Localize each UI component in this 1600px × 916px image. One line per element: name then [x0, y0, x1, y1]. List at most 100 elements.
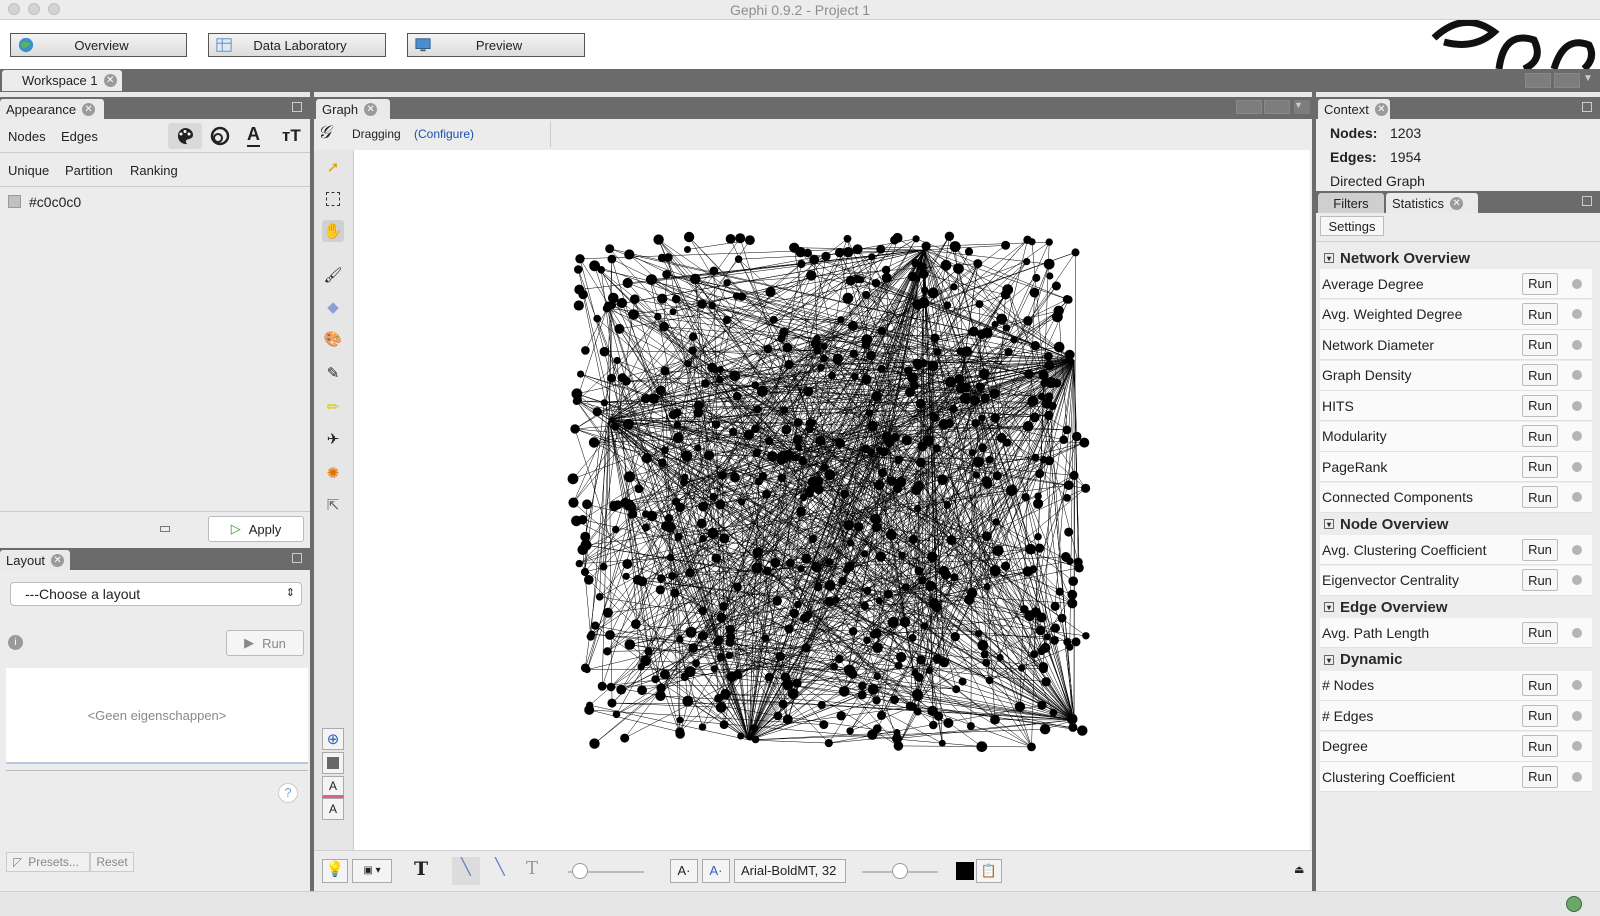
graph-node[interactable] [1053, 305, 1064, 316]
tab-nodes[interactable]: Nodes [8, 129, 46, 144]
graph-node[interactable] [813, 334, 821, 342]
graph-node[interactable] [1005, 485, 1017, 496]
graph-node[interactable] [1025, 543, 1036, 555]
configure-link[interactable]: (Configure) [414, 127, 474, 141]
tab-partition[interactable]: Partition [65, 163, 113, 178]
graph-node[interactable] [772, 596, 782, 606]
graph-node[interactable] [914, 505, 922, 513]
graph-node[interactable] [1051, 281, 1061, 291]
graph-node[interactable] [583, 666, 591, 674]
collapse-icon[interactable]: ⏏ [1294, 863, 1304, 876]
info-icon[interactable] [1572, 370, 1582, 380]
graph-node[interactable] [911, 259, 920, 268]
graph-node[interactable] [698, 606, 707, 615]
graph-node[interactable] [676, 635, 684, 643]
minimize-icon[interactable] [292, 102, 302, 112]
graph-node[interactable] [597, 681, 607, 691]
graph-node[interactable] [584, 704, 595, 715]
overview-button[interactable]: Overview [10, 33, 187, 57]
graph-node[interactable] [1064, 349, 1075, 360]
graph-node[interactable] [622, 572, 630, 580]
font-icon[interactable]: A [322, 798, 344, 820]
graph-node[interactable] [735, 233, 746, 244]
graph-node[interactable] [659, 669, 670, 680]
brush-icon[interactable]: 🖌 [322, 264, 344, 286]
graph-node[interactable] [789, 608, 799, 619]
graph-node[interactable] [1004, 348, 1013, 357]
graph-node[interactable] [776, 455, 787, 465]
network-graph[interactable] [354, 150, 1310, 850]
graph-node[interactable] [902, 583, 910, 591]
graph-node[interactable] [801, 643, 811, 653]
graph-node[interactable] [824, 580, 836, 591]
graph-node[interactable] [577, 370, 585, 378]
graph-node[interactable] [967, 587, 978, 599]
graph-node[interactable] [657, 253, 667, 263]
graph-node[interactable] [578, 289, 588, 300]
graph-node[interactable] [616, 297, 628, 309]
graph-node[interactable] [602, 607, 613, 618]
graph-node[interactable] [671, 294, 681, 304]
graph-node[interactable] [866, 351, 876, 361]
info-icon[interactable] [1572, 741, 1582, 751]
graph-node[interactable] [1073, 557, 1083, 567]
pointer-icon[interactable]: ➚ [322, 156, 344, 178]
graph-node[interactable] [718, 471, 727, 480]
graph-node[interactable] [918, 576, 927, 585]
graph-node[interactable] [852, 244, 863, 255]
graph-node[interactable] [878, 468, 888, 478]
graph-node[interactable] [933, 347, 942, 356]
graph-node[interactable] [985, 455, 994, 464]
graph-node[interactable] [1035, 469, 1045, 479]
graph-node[interactable] [989, 388, 1000, 399]
graph-node[interactable] [895, 476, 907, 488]
graph-node[interactable] [921, 286, 929, 294]
graph-node[interactable] [820, 354, 828, 363]
graph-node[interactable] [901, 435, 912, 446]
graph-node[interactable] [797, 259, 806, 269]
graph-node[interactable] [1059, 435, 1068, 445]
graph-node[interactable] [835, 654, 844, 664]
graph-node[interactable] [975, 382, 985, 392]
graph-node[interactable] [992, 518, 1000, 526]
graph-node[interactable] [591, 621, 600, 630]
info-icon[interactable] [1572, 339, 1582, 350]
graph-node[interactable] [877, 364, 886, 373]
label-size-icon[interactable]: тT [282, 126, 301, 146]
graph-node[interactable] [863, 636, 871, 644]
graph-node[interactable] [1022, 421, 1034, 432]
graph-node[interactable] [631, 619, 641, 629]
graph-node[interactable] [830, 662, 838, 671]
graph-node[interactable] [1079, 437, 1090, 448]
graph-node[interactable] [808, 534, 818, 544]
graph-node[interactable] [674, 532, 683, 541]
edge-label-icon[interactable]: T [526, 858, 538, 879]
graph-node[interactable] [843, 566, 851, 574]
graph-node[interactable] [1030, 341, 1040, 351]
graph-node[interactable] [651, 675, 660, 684]
graph-node[interactable] [840, 489, 850, 499]
graph-node[interactable] [715, 635, 724, 644]
graph-node[interactable] [719, 602, 728, 611]
graph-node[interactable] [887, 616, 899, 628]
graph-node[interactable] [698, 723, 707, 731]
run-button[interactable]: Run [1522, 674, 1558, 696]
graph-node[interactable] [899, 616, 911, 628]
data-laboratory-button[interactable]: Data Laboratory [208, 33, 386, 57]
graph-node[interactable] [824, 739, 833, 748]
run-button[interactable]: Run [1522, 765, 1558, 788]
graph-node[interactable] [716, 653, 725, 662]
collapse-icon[interactable]: ▾ [1324, 253, 1334, 263]
label-scale-slider-thumb[interactable] [892, 863, 908, 879]
graph-node[interactable] [607, 254, 617, 264]
graph-node[interactable] [1062, 425, 1072, 435]
graph-node[interactable] [589, 260, 600, 272]
graph-node[interactable] [957, 380, 965, 388]
run-button[interactable]: Run [1522, 455, 1558, 478]
graph-node[interactable] [672, 408, 682, 418]
graph-node[interactable] [1067, 589, 1078, 600]
graph-node[interactable] [664, 514, 674, 523]
graph-node[interactable] [571, 515, 582, 527]
graph-node[interactable] [911, 484, 922, 495]
graph-node[interactable] [842, 292, 854, 304]
